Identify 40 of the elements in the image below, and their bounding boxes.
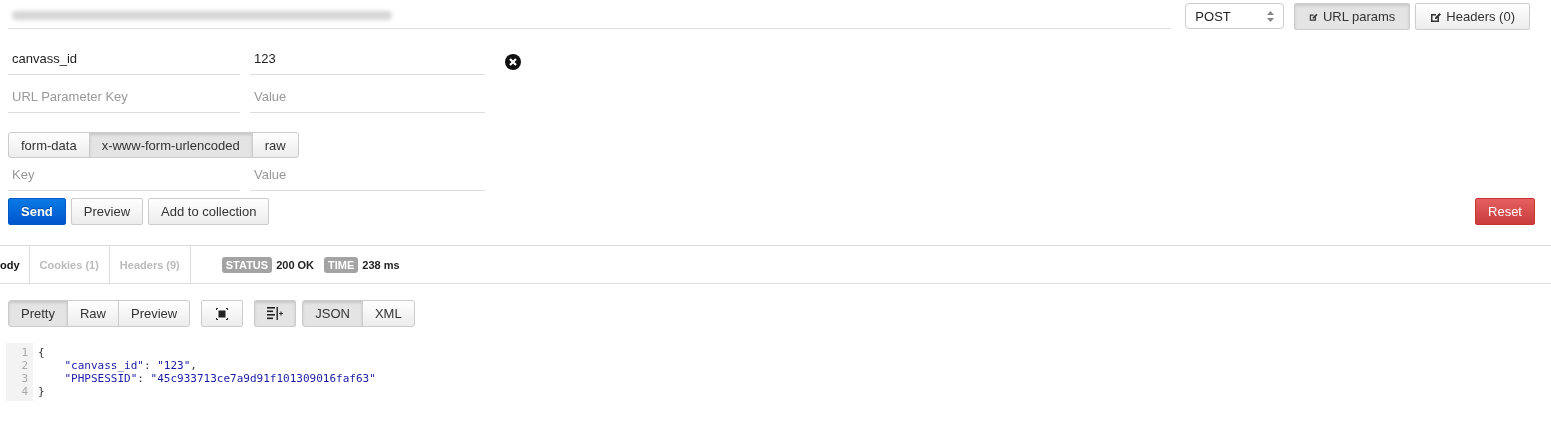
reset-button[interactable]: Reset [1475,198,1535,225]
line-number: 2 [20,359,28,372]
view-mode-tab[interactable]: Raw [66,300,119,327]
body-mode-tab[interactable]: x-www-form-urlencoded [88,132,253,158]
headers-button[interactable]: Headers (0) [1415,2,1530,30]
body-mode-tab[interactable]: form-data [8,132,90,158]
json-punctuation: } [38,385,45,398]
format-tab[interactable]: JSON [302,300,363,327]
json-punctuation: : [137,372,145,385]
format-tab[interactable]: XML [361,300,415,327]
action-button[interactable]: Preview [70,198,144,225]
response-tab[interactable]: ody [0,246,30,283]
json-key: "canvass_id" [64,359,144,372]
wrap-lines-icon [267,307,284,320]
body-mode-tab[interactable]: raw [251,132,299,158]
status-value: 238 ms [362,258,400,271]
expand-button[interactable] [201,300,244,327]
json-punctuation: : [143,359,152,372]
json-key: "PHPSESSID" [64,372,138,385]
edit-icon [1430,10,1442,22]
line-number: 3 [20,372,28,385]
action-button[interactable]: Add to collection [148,198,270,225]
sort-arrows-icon [1267,10,1275,22]
json-punctuation: { [38,346,45,359]
view-mode-tab[interactable]: Pretty [8,300,68,327]
json-punctuation: , [190,359,197,372]
json-string: "45c933713ce7a9d91f101309016faf63" [150,372,376,385]
status-value: 200 OK [276,258,315,271]
status-label: STATUS [221,256,273,273]
line-number: 4 [20,385,28,398]
close-icon[interactable] [505,54,521,70]
line-number: 1 [20,346,28,359]
status-label: TIME [324,256,359,273]
wrap-button[interactable] [254,300,297,327]
json-string: "123" [157,359,191,372]
method-select[interactable]: POST [1185,3,1285,29]
expand-icon [216,307,229,320]
send-button[interactable]: Send [8,198,66,225]
url-params-button[interactable]: URL params [1294,2,1411,30]
view-mode-tab[interactable]: Preview [118,300,191,327]
